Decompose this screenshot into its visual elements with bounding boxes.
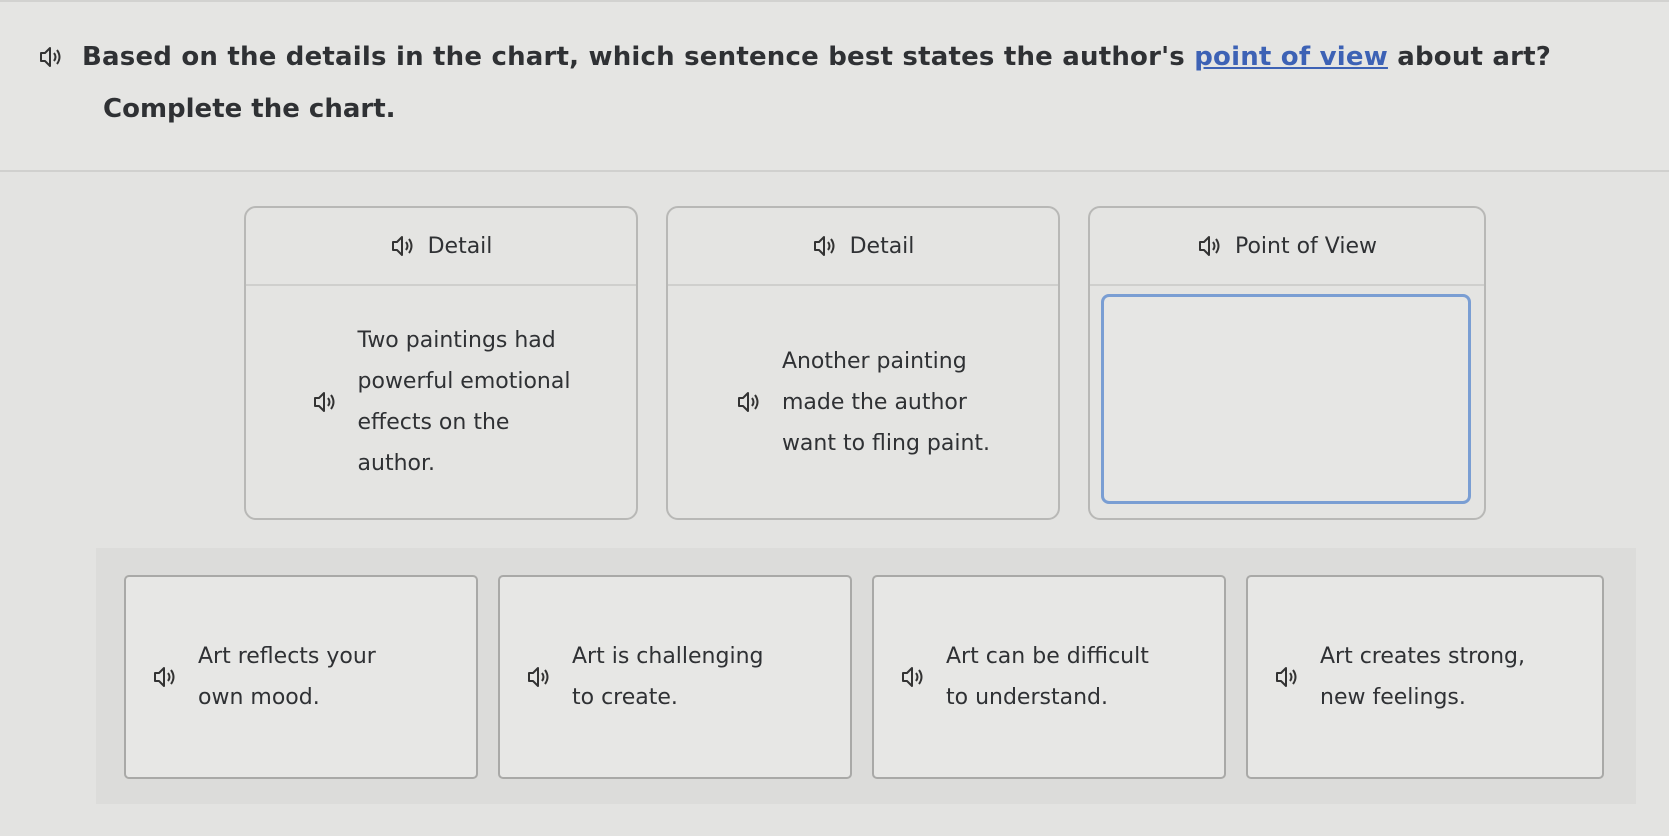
speaker-icon[interactable] <box>1274 665 1300 689</box>
detail-line: Another painting <box>781 348 967 374</box>
detail-line: effects on the <box>357 410 510 435</box>
chart-detail-card-2: Detail Another painting made the author … <box>666 206 1060 520</box>
answer-option-text: Art is challenging to create. <box>572 636 764 718</box>
option-line: Art creates strong, <box>1320 644 1526 669</box>
speaker-icon[interactable] <box>526 665 552 689</box>
speaker-icon[interactable] <box>812 234 838 258</box>
answer-option-3[interactable]: Art can be difficult to understand. <box>872 575 1226 779</box>
question-text: Based on the details in the chart, which… <box>82 42 1552 72</box>
point-of-view-link[interactable]: point of view <box>1194 42 1388 72</box>
option-line: own mood. <box>198 685 320 710</box>
answer-option-text: Art creates strong, new feelings. <box>1320 636 1525 718</box>
point-of-view-drop-zone[interactable] <box>1101 294 1471 504</box>
detail-line: want to fling paint. <box>781 430 991 456</box>
option-line: Art is challenging <box>572 644 764 669</box>
chart-detail-header-2: Detail <box>668 208 1058 286</box>
question-header: Based on the details in the chart, which… <box>0 0 1669 172</box>
chart-point-of-view-header: Point of View <box>1090 208 1484 286</box>
option-line: Art reflects your <box>198 644 376 669</box>
chart-detail-body-1: Two paintings had powerful emotional eff… <box>246 286 636 518</box>
chart-detail-card-1: Detail Two paintings had powerful emotio… <box>244 206 638 520</box>
question-instruction: Complete the chart. <box>103 94 396 124</box>
chart-detail-text-2: Another painting made the author want to… <box>782 341 990 464</box>
option-line: to understand. <box>946 685 1108 710</box>
detail-line: made the author <box>781 389 967 415</box>
option-line: to create. <box>572 685 678 710</box>
chart-detail-label-1: Detail <box>427 233 493 259</box>
detail-line: powerful emotional <box>357 369 571 394</box>
chart-detail-label-2: Detail <box>849 233 915 259</box>
detail-line: author. <box>357 451 435 476</box>
chart-detail-header-1: Detail <box>246 208 636 286</box>
speaker-icon[interactable] <box>38 45 64 69</box>
chart-detail-text-1: Two paintings had powerful emotional eff… <box>358 320 571 484</box>
detail-line: Two paintings had <box>357 328 556 353</box>
speaker-icon[interactable] <box>900 665 926 689</box>
answer-option-1[interactable]: Art reflects your own mood. <box>124 575 478 779</box>
chart-point-of-view-label: Point of View <box>1234 233 1378 259</box>
answer-option-4[interactable]: Art creates strong, new feelings. <box>1246 575 1604 779</box>
answer-option-text: Art can be difficult to understand. <box>946 636 1149 718</box>
chart-detail-body-2: Another painting made the author want to… <box>668 286 1058 518</box>
question-line: Based on the details in the chart, which… <box>38 42 1551 72</box>
answer-option-2[interactable]: Art is challenging to create. <box>498 575 852 779</box>
speaker-icon[interactable] <box>152 665 178 689</box>
speaker-icon[interactable] <box>312 390 338 414</box>
option-line: new feelings. <box>1320 685 1466 710</box>
speaker-icon[interactable] <box>736 390 762 414</box>
answer-option-text: Art reflects your own mood. <box>198 636 376 718</box>
option-line: Art can be difficult <box>946 644 1149 669</box>
speaker-icon[interactable] <box>1197 234 1223 258</box>
speaker-icon[interactable] <box>390 234 416 258</box>
